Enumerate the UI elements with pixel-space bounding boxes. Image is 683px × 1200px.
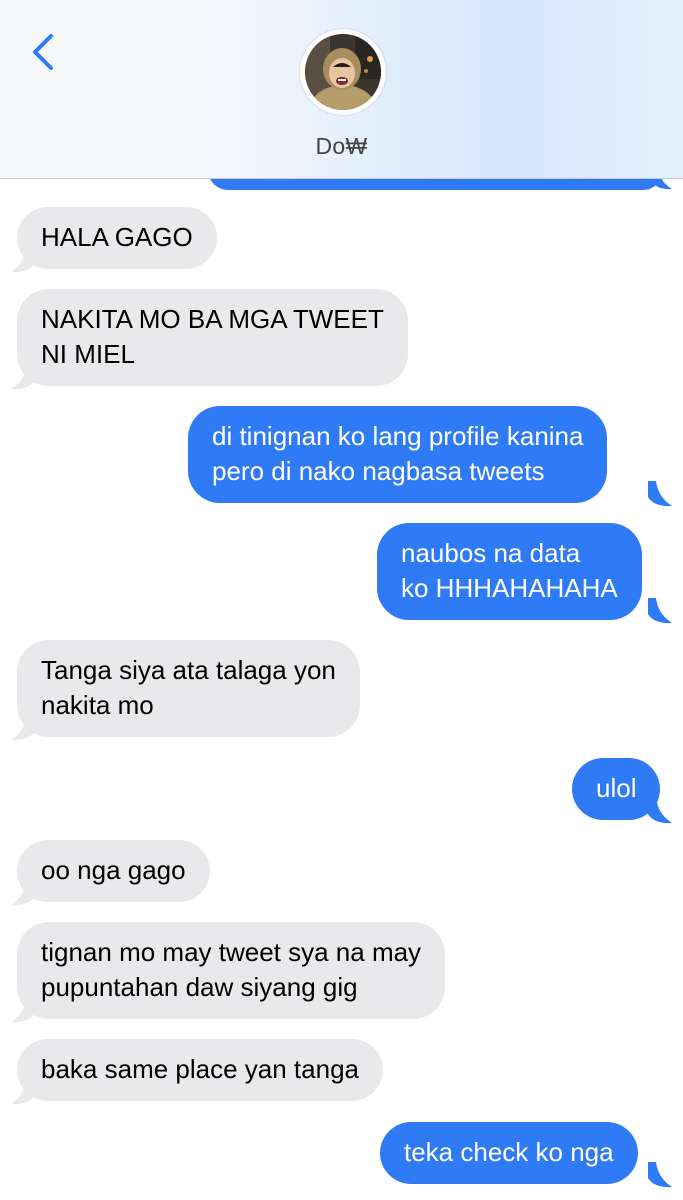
message-bubble-incoming[interactable]: oo nga gago: [17, 840, 210, 902]
message-bubble-incoming[interactable]: NAKITA MO BA MGA TWEET NI MIEL: [17, 289, 408, 386]
message-bubble-incoming[interactable]: HALA GAGO: [17, 207, 217, 269]
message-bubble-outgoing[interactable]: ulol: [572, 758, 661, 820]
bubble-tail: [648, 1162, 672, 1188]
contact-avatar[interactable]: [300, 29, 386, 115]
back-button[interactable]: [22, 30, 62, 74]
conversation-header: Do₩: [0, 0, 683, 179]
bubble-tail: [648, 481, 672, 507]
message-bubble-outgoing[interactable]: di tinignan ko lang profile kanina pero …: [188, 406, 608, 503]
chevron-left-icon: [33, 34, 53, 70]
message-bubble-outgoing[interactable]: naubos na data ko HHHAHAHAHA: [377, 523, 642, 620]
bubble-tail: [648, 598, 672, 624]
contact-name[interactable]: Do₩: [0, 133, 683, 160]
message-bubble-incoming[interactable]: baka same place yan tanga: [17, 1039, 383, 1101]
message-bubble-outgoing[interactable]: teka check ko nga: [380, 1122, 638, 1184]
avatar-photo: [301, 30, 385, 114]
message-bubble-incoming[interactable]: tignan mo may tweet sya na may pupuntaha…: [17, 922, 446, 1019]
message-bubble-incoming[interactable]: Tanga siya ata talaga yon nakita mo: [17, 640, 360, 737]
